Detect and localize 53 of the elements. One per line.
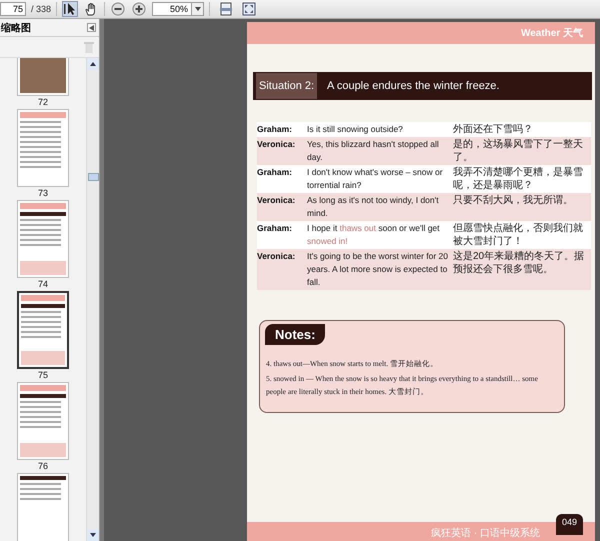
page-number-label: 74	[38, 279, 48, 289]
scroll-thumb[interactable]	[88, 173, 99, 181]
page-header: Weather 天气	[520, 26, 583, 40]
plus-icon	[132, 2, 146, 16]
speaker-name: Veronica:	[257, 138, 296, 151]
zoom-dropdown-button[interactable]	[192, 2, 204, 16]
chinese-line: 这是20年来最糟的冬天了。据预报还会下很多雪呢。	[453, 250, 586, 277]
caret-icon	[89, 24, 94, 30]
english-line: Is it still snowing outside?	[307, 123, 404, 136]
collapse-button[interactable]	[87, 23, 96, 32]
chinese-line: 外面还在下雪吗？	[453, 123, 534, 136]
page-number-label: 75	[38, 370, 48, 380]
down-arrow-icon[interactable]	[90, 533, 96, 537]
chinese-line: 只要不刮大风，我无所谓。	[453, 194, 574, 208]
speaker-name: Graham:	[257, 123, 293, 136]
panel-title: 缩略图	[1, 22, 31, 34]
fit-page-icon[interactable]	[242, 2, 256, 16]
page-number-label: 76	[38, 461, 48, 471]
english-line: It's going to be the worst winter for 20 years. A lot more snow is expected to fall.	[307, 250, 449, 289]
zoom-in-button[interactable]	[131, 1, 148, 17]
page-thumbnail[interactable]	[17, 382, 69, 460]
speaker-name: Veronica:	[257, 250, 296, 263]
page-thumbnail[interactable]	[17, 200, 69, 278]
page-total: / 338	[31, 4, 52, 14]
footer-text: 疯狂英语 · 口语中级系统	[431, 526, 540, 540]
english-line: I hope it thaws out soon or we'll get snowed in!	[307, 222, 441, 248]
scrollbar[interactable]	[86, 58, 99, 541]
minus-icon	[111, 2, 126, 16]
page-number-field[interactable]: 75	[0, 2, 26, 16]
fit-width-icon[interactable]	[219, 2, 234, 16]
english-line: As long as it's not too windy, I don't mind.	[307, 194, 440, 220]
notes-heading: Notes:	[265, 324, 326, 345]
zoom-out-button[interactable]	[110, 1, 126, 17]
page-number-label: 73	[38, 188, 48, 198]
situation-label: Situation 2:	[256, 73, 318, 99]
page-thumbnail[interactable]	[17, 291, 69, 369]
english-line: I don't know what's worse – snow or torrential rain?	[307, 166, 444, 192]
caret-icon	[194, 7, 201, 11]
page-number-label: 72	[38, 97, 48, 107]
speaker-name: Graham:	[257, 166, 293, 179]
select-tool-button[interactable]	[62, 1, 78, 17]
chinese-line: 是的，这场暴风雪下了一整天了。	[453, 138, 584, 164]
page-thumbnail[interactable]	[17, 473, 69, 541]
situation-title: A couple endures the winter freeze.	[327, 80, 500, 92]
english-line: Yes, this blizzard hasn't stopped all day.	[307, 138, 440, 164]
zoom-field[interactable]: 50%	[152, 2, 192, 16]
speaker-name: Graham:	[257, 222, 293, 235]
page-thumbnail[interactable]	[17, 109, 69, 187]
up-arrow-icon[interactable]	[90, 62, 96, 66]
chinese-line: 但愿雪快点融化，否则我们就被大雪封门了！	[453, 222, 584, 248]
speaker-name: Veronica:	[257, 194, 296, 207]
cursor-icon	[63, 2, 78, 16]
chinese-line: 我弄不清楚哪个更糟，是暴雪呢，还是暴雨呢？	[453, 166, 584, 192]
